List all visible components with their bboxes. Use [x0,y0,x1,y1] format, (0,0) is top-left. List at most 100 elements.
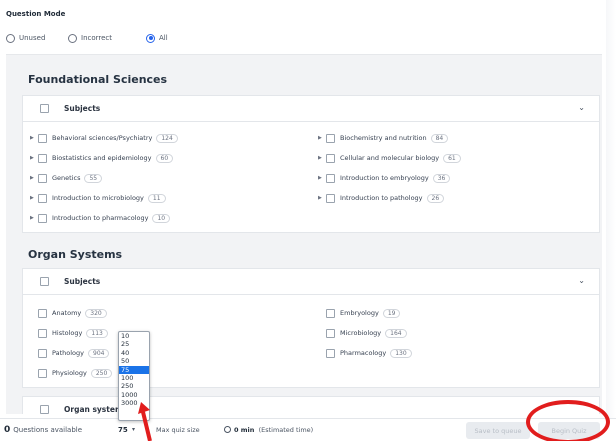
item-name: Introduction to microbiology [52,194,144,202]
radio-all-label: All [159,34,168,42]
organ-select-all-checkbox[interactable] [40,277,49,286]
item-count-badge: 60 [155,153,174,163]
item-count-badge: 11 [147,193,166,203]
item-count-badge: 36 [432,173,451,183]
list-item[interactable]: Embryology 19 [326,307,401,319]
item-count-badge: 113 [86,328,108,338]
item-name: Biostatistics and epidemiology [52,154,152,162]
subjects-scroll-area[interactable]: Foundational Sciences Subjects ⌄ ▶ Behav… [6,54,602,414]
chevron-down-icon[interactable]: ⌄ [578,276,585,285]
item-checkbox[interactable] [38,213,47,223]
questions-available-label: Questions available [13,426,83,434]
foundational-select-all-checkbox[interactable] [40,104,49,113]
organ-systems-card: Subjects ⌄ Anatomy 320 Embryology 19 His… [22,268,600,388]
item-count-badge: 26 [426,193,445,203]
right-edge-shadow [606,0,616,441]
item-checkbox[interactable] [326,133,335,143]
item-checkbox[interactable] [326,308,335,318]
item-checkbox[interactable] [326,328,335,338]
organ-systems-header-card: Organ systems [22,396,600,414]
list-item[interactable]: Histology 113 [38,327,108,339]
list-item[interactable]: Pathology 904 [38,347,110,359]
list-item[interactable]: ▶ Behavioral sciences/Psychiatry 124 [30,132,178,144]
expand-caret-icon[interactable]: ▶ [30,215,36,221]
item-name: Behavioral sciences/Psychiatry [52,134,153,142]
section-title-organ-systems: Organ Systems [28,248,123,261]
organ-subjects-header[interactable]: Subjects ⌄ [23,269,599,295]
item-checkbox[interactable] [38,368,47,378]
page: Question Mode Unused Incorrect All Found… [0,0,616,441]
item-name: Physiology [52,369,87,377]
item-checkbox[interactable] [38,133,47,143]
expand-caret-icon[interactable]: ▶ [30,135,36,141]
item-checkbox[interactable] [38,308,47,318]
expand-caret-icon[interactable]: ▶ [318,155,324,161]
list-item[interactable]: ▶ Cellular and molecular biology 61 [318,152,461,164]
list-item[interactable]: ▶ Genetics 55 [30,172,103,184]
item-count-badge: 19 [382,308,401,318]
clock-icon [224,426,231,433]
organ-systems-checkbox[interactable] [40,405,49,414]
list-item[interactable]: Physiology 250 [38,367,113,379]
list-item[interactable]: Anatomy 320 [38,307,107,319]
item-checkbox[interactable] [326,153,335,163]
dropdown-option[interactable]: 25 [119,340,149,348]
radio-all[interactable]: All [146,32,168,44]
item-count-badge: 904 [88,348,110,358]
expand-caret-icon[interactable]: ▶ [318,195,324,201]
item-checkbox[interactable] [326,193,335,203]
item-count-badge: 320 [85,308,107,318]
item-name: Pharmacology [340,349,387,357]
item-count-badge: 10 [152,213,171,223]
dropdown-option[interactable]: 1000 [119,391,149,399]
item-checkbox[interactable] [38,153,47,163]
list-item[interactable]: ▶ Biochemistry and nutrition 84 [318,132,449,144]
select-caret-icon[interactable]: ▾ [132,426,135,433]
item-name: Biochemistry and nutrition [340,134,427,142]
dropdown-option[interactable]: 100 [119,374,149,382]
item-count-badge: 84 [430,133,449,143]
expand-caret-icon[interactable]: ▶ [30,195,36,201]
radio-incorrect[interactable]: Incorrect [68,32,112,44]
radio-unused-icon[interactable] [6,33,15,43]
item-count-badge: 130 [390,348,412,358]
item-name: Cellular and molecular biology [340,154,440,162]
expand-caret-icon[interactable]: ▶ [318,135,324,141]
list-item[interactable]: Microbiology 164 [326,327,407,339]
foundational-subjects-header[interactable]: Subjects ⌄ [23,96,599,122]
item-checkbox[interactable] [38,173,47,183]
dropdown-option[interactable]: 40 [119,349,149,357]
list-item[interactable]: ▶ Introduction to embryology 36 [318,172,451,184]
item-count-badge: 124 [156,133,178,143]
item-checkbox[interactable] [38,348,47,358]
dropdown-option[interactable]: 250 [119,382,149,390]
item-checkbox[interactable] [326,348,335,358]
dropdown-option[interactable]: 10 [119,332,149,340]
list-item[interactable]: ▶ Introduction to microbiology 11 [30,192,166,204]
expand-caret-icon[interactable]: ▶ [318,175,324,181]
list-item[interactable]: ▶ Biostatistics and epidemiology 60 [30,152,174,164]
item-name: Genetics [52,174,81,182]
organ-systems-header[interactable]: Organ systems [23,397,599,414]
chevron-down-icon[interactable]: ⌄ [578,103,585,112]
list-item[interactable]: ▶ Introduction to pharmacology 10 [30,212,171,224]
item-name: Introduction to pharmacology [52,214,149,222]
radio-all-icon[interactable] [146,33,155,43]
save-to-queue-button[interactable]: Save to queue [466,422,530,439]
item-checkbox[interactable] [326,173,335,183]
item-checkbox[interactable] [38,328,47,338]
radio-incorrect-icon[interactable] [68,33,77,43]
quiz-size-select[interactable]: 75 [118,426,128,434]
expand-caret-icon[interactable]: ▶ [30,155,36,161]
dropdown-option-selected[interactable]: 75 [119,365,149,374]
list-item[interactable]: Pharmacology 130 [326,347,412,359]
dropdown-option[interactable]: 50 [119,357,149,365]
question-mode-options: Unused Incorrect All [6,32,306,44]
radio-unused[interactable]: Unused [6,32,45,44]
expand-caret-icon[interactable]: ▶ [30,175,36,181]
item-checkbox[interactable] [38,193,47,203]
foundational-card: Subjects ⌄ ▶ Behavioral sciences/Psychia… [22,95,600,233]
section-title-foundational: Foundational Sciences [28,73,168,86]
list-item[interactable]: ▶ Introduction to pathology 26 [318,192,445,204]
question-mode-title: Question Mode [6,10,66,18]
